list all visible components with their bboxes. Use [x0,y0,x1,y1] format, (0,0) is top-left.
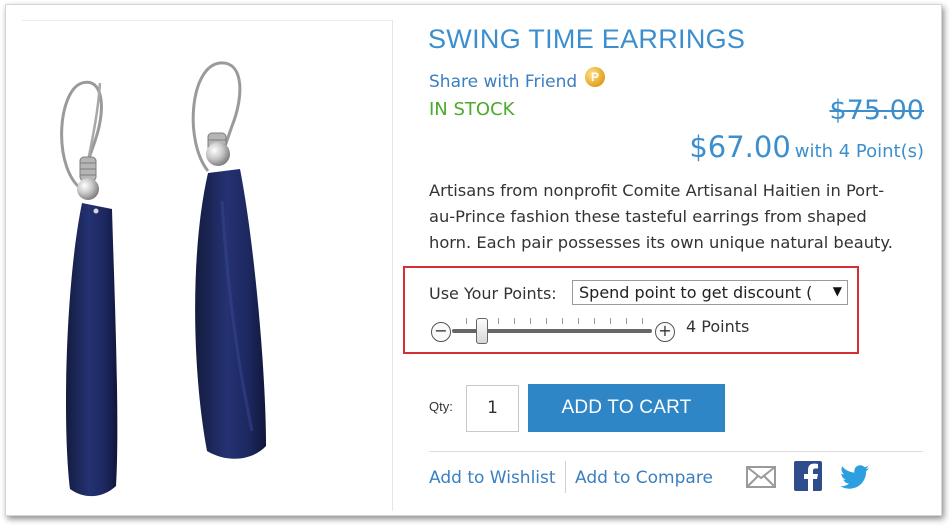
twitter-icon[interactable] [841,465,869,489]
product-description: Artisans from nonprofit Comite Artisanal… [429,181,893,252]
stock-status: IN STOCK [429,99,515,120]
add-to-cart-button[interactable]: ADD TO CART [528,384,725,432]
slider-tick [530,318,531,324]
price-row: $67.00 with 4 Point(s) [689,130,924,164]
increase-points-button[interactable]: + [655,322,675,342]
qty-input[interactable]: 1 [466,385,519,432]
slider-tick [626,318,627,324]
points-spending-select[interactable]: Spend point to get discount ( ▼ [572,280,848,305]
product-title: SWING TIME EARRINGS [428,24,746,54]
divider [429,451,923,452]
add-to-wishlist-link[interactable]: Add to Wishlist [429,468,556,488]
slider-tick [498,318,499,324]
slider-tick [466,318,467,324]
points-slider-handle[interactable] [476,318,488,344]
special-price: $67.00 [689,130,791,164]
product-image[interactable] [22,20,393,511]
slider-tick [514,318,515,324]
use-points-label: Use Your Points: [429,284,557,303]
slider-tick [578,318,579,324]
slider-tick [610,318,611,324]
earrings-image [60,61,266,497]
points-select-value: Spend point to get discount ( [579,283,813,302]
points-coin-icon: P [585,67,605,87]
decrease-points-button[interactable]: − [431,322,451,342]
share-with-friend-link[interactable]: Share with Friend [429,72,577,92]
add-to-compare-link[interactable]: Add to Compare [575,468,713,488]
email-icon[interactable] [746,466,776,488]
slider-points-value: 4 Points [686,317,750,336]
slider-tick [594,318,595,324]
earned-points-note: with 4 Point(s) [794,141,924,162]
facebook-icon[interactable] [794,461,822,491]
slider-tick [642,318,643,324]
slider-tick [562,318,563,324]
dropdown-arrow-icon: ▼ [832,284,842,298]
qty-label: Qty: [429,399,453,414]
link-separator [565,461,566,493]
slider-tick [546,318,547,324]
old-price: $75.00 [829,95,924,126]
